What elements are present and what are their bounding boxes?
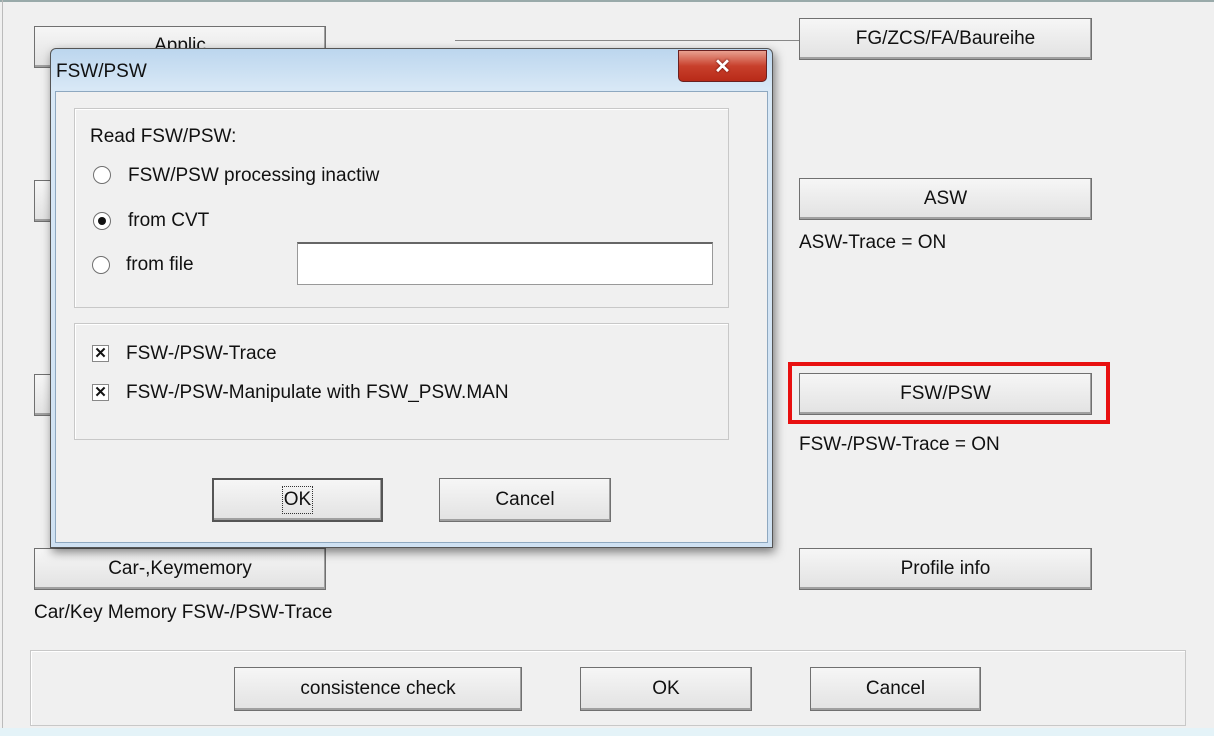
radio-processing-inactive-label: FSW/PSW processing inactiw <box>128 165 380 186</box>
background-group-line <box>455 40 800 41</box>
close-button[interactable]: ✕ <box>678 50 767 82</box>
consistence-check-button[interactable]: consistence check <box>234 667 522 711</box>
close-icon: ✕ <box>714 55 731 78</box>
radio-from-cvt-label: from CVT <box>128 210 210 231</box>
radio-from-cvt[interactable] <box>93 212 111 230</box>
checkbox-fsw-psw-manipulate-label: FSW-/PSW-Manipulate with FSW_PSW.MAN <box>126 382 509 403</box>
dialog-cancel-button[interactable]: Cancel <box>439 478 611 522</box>
fg-zcs-fa-baureihe-button[interactable]: FG/ZCS/FA/Baureihe <box>799 18 1092 60</box>
car-keymemory-button[interactable]: Car-,Keymemory <box>34 548 326 590</box>
read-fsw-psw-label: Read FSW/PSW: <box>90 126 237 147</box>
taskbar-strip <box>0 728 1214 736</box>
profile-info-button[interactable]: Profile info <box>799 548 1092 590</box>
radio-from-file-label: from file <box>126 254 194 275</box>
file-path-input[interactable] <box>297 242 713 285</box>
dialog-title: FSW/PSW <box>56 61 147 82</box>
carkey-status: Car/Key Memory FSW-/PSW-Trace <box>34 602 333 623</box>
checkbox-fsw-psw-trace-label: FSW-/PSW-Trace <box>126 343 277 364</box>
fsw-status: FSW-/PSW-Trace = ON <box>799 434 1000 455</box>
window-left-border <box>2 0 3 736</box>
dialog-ok-label: OK <box>281 486 314 514</box>
asw-status: ASW-Trace = ON <box>799 232 947 253</box>
main-ok-button[interactable]: OK <box>580 667 752 711</box>
radio-processing-inactive[interactable] <box>93 166 111 184</box>
asw-button[interactable]: ASW <box>799 178 1092 220</box>
main-cancel-button[interactable]: Cancel <box>810 667 981 711</box>
fsw-psw-button[interactable]: FSW/PSW <box>799 373 1092 415</box>
dialog-ok-button[interactable]: OK <box>212 478 383 522</box>
radio-from-file[interactable] <box>92 256 110 274</box>
checkbox-fsw-psw-trace[interactable]: ✕ <box>92 345 109 362</box>
checkbox-fsw-psw-manipulate[interactable]: ✕ <box>92 384 109 401</box>
window-top-border <box>0 0 1214 2</box>
